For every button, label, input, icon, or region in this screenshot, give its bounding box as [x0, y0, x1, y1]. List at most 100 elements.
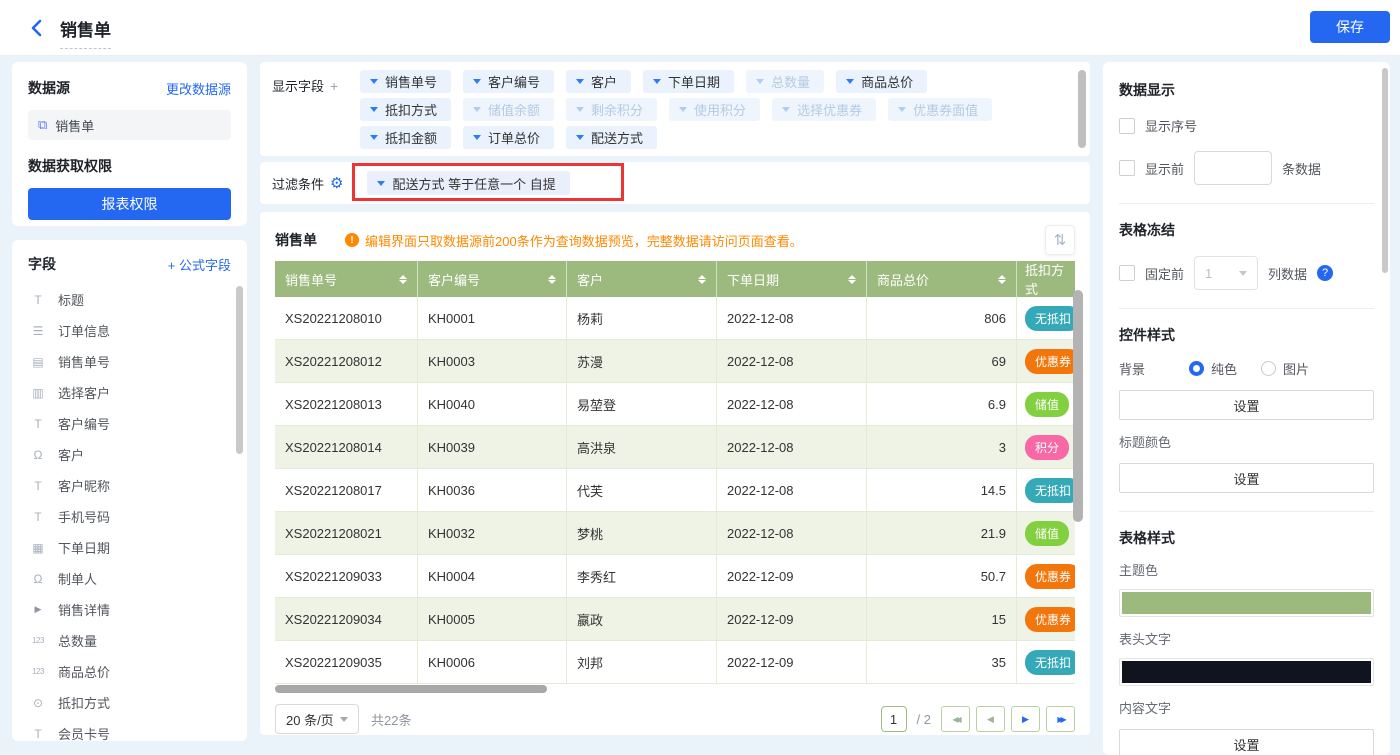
field-list-item[interactable]: T 客户昵称: [28, 470, 231, 501]
add-display-field-button[interactable]: +: [330, 78, 338, 94]
table-row[interactable]: XS20221208013 KH0040 易堃登 2022-12-08 6.9 储值: [275, 383, 1075, 426]
field-list-item[interactable]: T 手机号码: [28, 501, 231, 532]
field-list-item[interactable]: ▥ 选择客户: [28, 377, 231, 408]
show-first-checkbox[interactable]: [1119, 160, 1135, 176]
field-list-item[interactable]: T 客户编号: [28, 408, 231, 439]
display-field-chip[interactable]: 使用积分: [669, 98, 761, 121]
sort-arrows-icon[interactable]: [698, 274, 706, 284]
display-field-chip[interactable]: 商品总价: [836, 70, 928, 93]
data-grid: 销售单号 客户编号 客户 下单日期 商品总价 抵扣方式 XS20221208010 KH00…: [275, 261, 1075, 684]
field-list-item[interactable]: ▦ 下单日期: [28, 532, 231, 563]
field-list-item[interactable]: Ω 客户: [28, 439, 231, 470]
filter-condition-chip[interactable]: 配送方式 等于任意一个 自提: [367, 171, 570, 195]
deduction-badge: 无抵扣: [1025, 477, 1075, 503]
customer-no-cell: KH0039: [418, 426, 567, 469]
display-field-chip[interactable]: 配送方式: [566, 126, 658, 149]
sort-arrows-icon[interactable]: [848, 274, 856, 284]
last-page-button[interactable]: ▶▶: [1046, 706, 1075, 732]
change-datasource-link[interactable]: 更改数据源: [166, 79, 231, 98]
display-field-chip[interactable]: 选择优惠券: [772, 98, 877, 121]
report-permission-button[interactable]: 报表权限: [28, 188, 231, 220]
sort-arrows-icon[interactable]: [548, 274, 556, 284]
total-cell: 69: [867, 340, 1017, 383]
table-row[interactable]: XS20221208017 KH0036 代芙 2022-12-08 14.5 无抵扣: [275, 469, 1075, 512]
display-field-chip[interactable]: 销售单号: [360, 70, 452, 93]
field-list-item[interactable]: 123 商品总价: [28, 656, 231, 687]
sort-arrows-icon[interactable]: [399, 274, 407, 284]
grid-body: XS20221208010 KH0001 杨莉 2022-12-08 806 无抵扣 XS2…: [275, 297, 1075, 684]
next-page-button[interactable]: ▶: [1011, 706, 1040, 732]
field-list-item[interactable]: T 会员卡号: [28, 718, 231, 742]
column-header[interactable]: 销售单号: [275, 261, 418, 297]
chip-label: 配送方式: [591, 131, 644, 146]
background-setting-button[interactable]: 设置: [1119, 390, 1374, 420]
sort-arrows-icon[interactable]: [998, 274, 1006, 284]
column-header[interactable]: 商品总价: [867, 261, 1017, 297]
table-row[interactable]: XS20221208014 KH0039 高洪泉 2022-12-08 3 积分: [275, 426, 1075, 469]
back-icon[interactable]: [28, 18, 48, 38]
chevron-down-icon: [782, 107, 791, 112]
column-header[interactable]: 客户编号: [418, 261, 567, 297]
display-field-chip[interactable]: 客户编号: [463, 70, 555, 93]
deduction-badge: 优惠券: [1025, 348, 1075, 374]
display-field-chip[interactable]: 剩余积分: [566, 98, 658, 121]
help-icon[interactable]: ?: [1317, 265, 1334, 281]
field-list-item[interactable]: ▶ 销售详情: [28, 594, 231, 625]
display-field-chip[interactable]: 客户: [566, 70, 632, 93]
table-row[interactable]: XS20221208012 KH0003 苏漫 2022-12-08 69 优惠券: [275, 340, 1075, 383]
table-row[interactable]: XS20221209033 KH0004 李秀红 2022-12-09 50.7 优惠券: [275, 555, 1075, 598]
style-panel-scrollbar[interactable]: [1382, 68, 1388, 273]
order-no-cell: XS20221208010: [275, 297, 418, 340]
display-field-chip[interactable]: 总数量: [746, 70, 825, 93]
row-limit-input[interactable]: [1194, 151, 1273, 185]
theme-color-swatch[interactable]: [1119, 589, 1374, 617]
display-field-chip[interactable]: 订单总价: [463, 126, 555, 149]
display-field-chip[interactable]: 储值余额: [463, 98, 555, 121]
datasource-item[interactable]: ⧉ 销售单: [28, 110, 231, 140]
chips-scrollbar[interactable]: [1078, 70, 1086, 148]
field-list-item[interactable]: T 标题: [28, 284, 231, 315]
total-cell: 6.9: [867, 383, 1017, 426]
widget-style-heading: 控件样式: [1119, 327, 1175, 343]
content-text-setting-button[interactable]: 设置: [1119, 729, 1374, 755]
field-list-item[interactable]: Ω 制单人: [28, 563, 231, 594]
field-list-item[interactable]: 123 总数量: [28, 625, 231, 656]
chip-label: 商品总价: [861, 75, 914, 90]
solid-color-radio[interactable]: [1189, 361, 1204, 376]
display-field-chip[interactable]: 下单日期: [643, 70, 735, 93]
sort-order-button[interactable]: ⇅: [1045, 225, 1075, 255]
date-cell: 2022-12-09: [717, 641, 867, 684]
display-field-chip[interactable]: 抵扣方式: [360, 98, 452, 121]
page-number-input[interactable]: 1: [880, 706, 907, 732]
field-list-item[interactable]: ▤ 销售单号: [28, 346, 231, 377]
horizontal-scrollbar[interactable]: [275, 685, 1075, 694]
field-list-item[interactable]: ⊙ 抵扣方式: [28, 687, 231, 718]
vertical-scrollbar[interactable]: [1073, 290, 1083, 522]
field-list-item[interactable]: ☰ 订单信息: [28, 315, 231, 346]
customer-cell: 李秀红: [567, 555, 717, 598]
table-row[interactable]: XS20221209035 KH0006 刘邦 2022-12-09 35 无抵扣: [275, 641, 1075, 684]
column-header[interactable]: 抵扣方式: [1017, 261, 1075, 297]
display-field-chip[interactable]: 优惠券面值: [888, 98, 993, 121]
chevron-down-icon: [756, 79, 765, 84]
first-page-button[interactable]: ◀◀: [941, 706, 970, 732]
freeze-count-select[interactable]: 1: [1194, 256, 1259, 290]
save-button[interactable]: 保存: [1310, 11, 1390, 43]
prev-page-button[interactable]: ◀: [976, 706, 1005, 732]
freeze-columns-checkbox[interactable]: [1119, 265, 1135, 281]
table-row[interactable]: XS20221209034 KH0005 嬴政 2022-12-09 15 优惠券: [275, 598, 1075, 641]
prev-page-icon: ◀: [987, 713, 994, 724]
header-text-color-swatch[interactable]: [1119, 658, 1374, 686]
table-row[interactable]: XS20221208021 KH0032 梦桃 2022-12-08 21.9 储值: [275, 512, 1075, 555]
fields-scrollbar[interactable]: [236, 286, 243, 454]
show-index-checkbox[interactable]: [1119, 117, 1135, 134]
image-radio[interactable]: [1261, 361, 1277, 376]
column-header[interactable]: 客户: [567, 261, 717, 297]
table-row[interactable]: XS20221208010 KH0001 杨莉 2022-12-08 806 无抵扣: [275, 297, 1075, 340]
column-header[interactable]: 下单日期: [717, 261, 867, 297]
page-size-select[interactable]: 20 条/页: [275, 704, 359, 734]
display-field-chip[interactable]: 抵扣金额: [360, 126, 452, 149]
title-color-setting-button[interactable]: 设置: [1119, 463, 1374, 493]
filter-settings-gear-icon[interactable]: ⚙: [330, 174, 343, 192]
add-formula-field-link[interactable]: + 公式字段: [168, 255, 231, 274]
